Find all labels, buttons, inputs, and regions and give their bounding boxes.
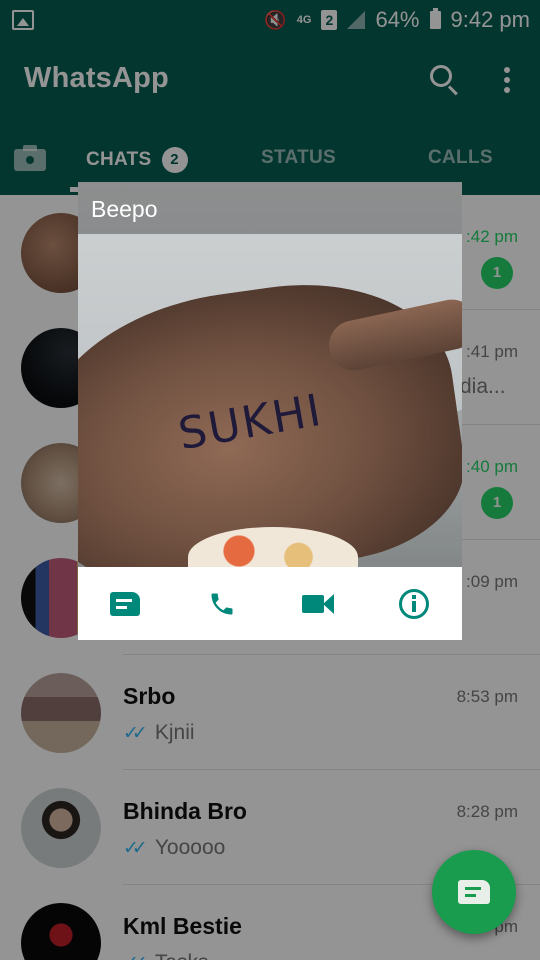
new-chat-icon [458, 880, 490, 904]
new-chat-button[interactable] [432, 850, 516, 934]
popup-name-bar: Beepo [78, 182, 462, 234]
call-icon[interactable] [198, 580, 246, 628]
profile-popup: SUKHI Beepo [78, 182, 462, 640]
whatsapp-screen: 🔇 4G 2 64% 9:42 pm WhatsApp CHATS 2 STAT… [0, 0, 540, 960]
popup-actions [78, 567, 462, 640]
profile-photo[interactable]: SUKHI [78, 182, 462, 600]
info-icon[interactable] [390, 580, 438, 628]
video-call-icon[interactable] [294, 580, 342, 628]
message-icon[interactable] [102, 580, 150, 628]
popup-contact-name: Beepo [91, 196, 158, 222]
